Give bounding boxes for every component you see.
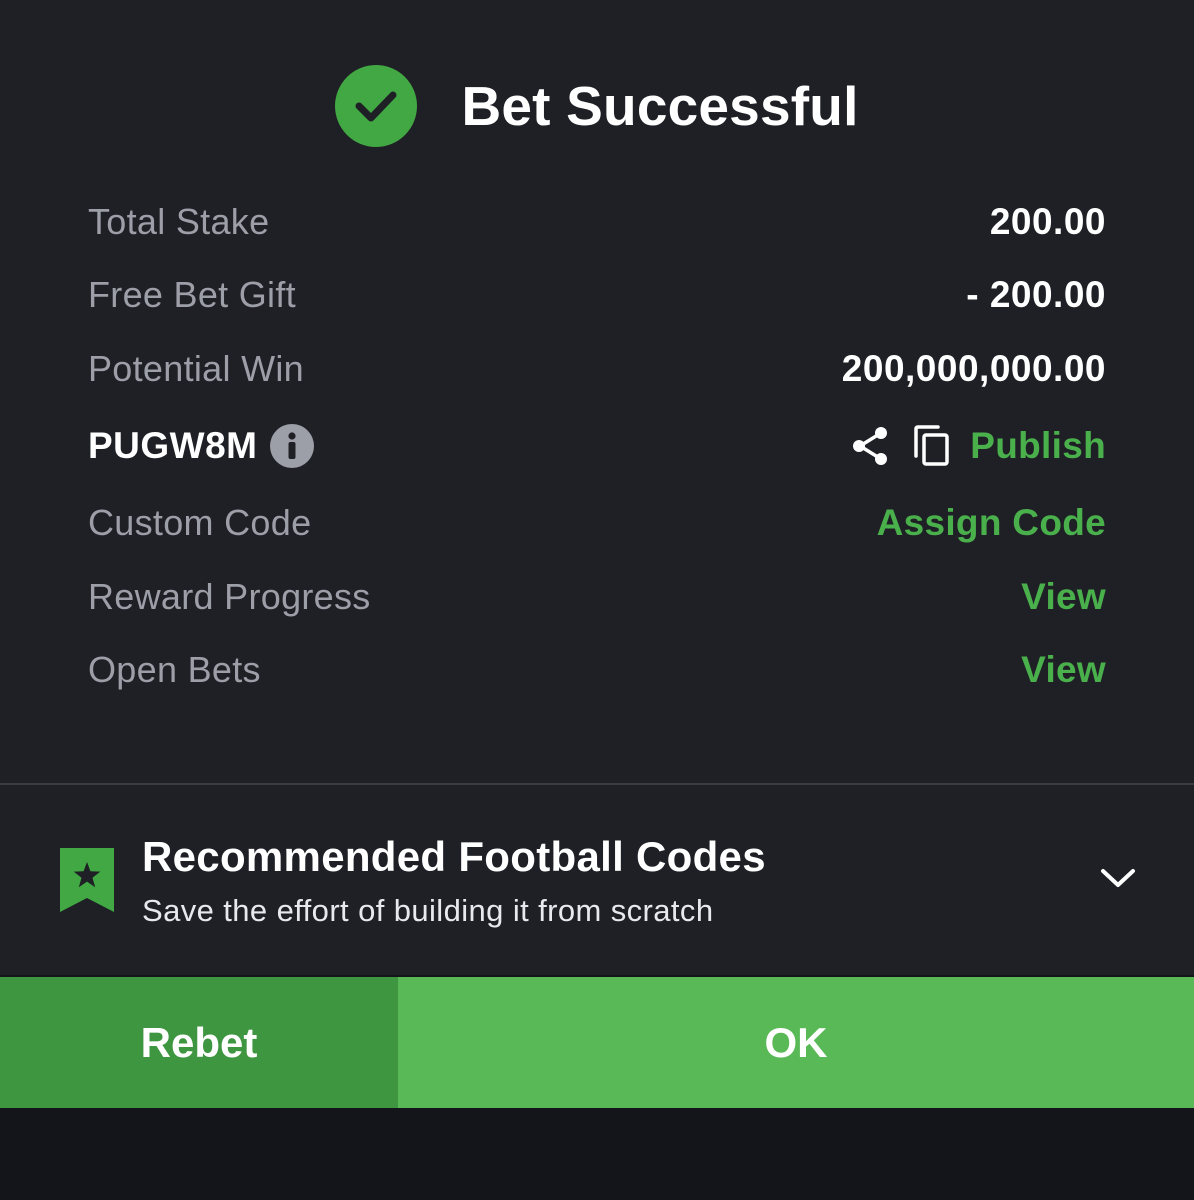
reward-progress-label: Reward Progress: [88, 576, 371, 617]
total-stake-value: 200.00: [989, 201, 1106, 242]
bookmark-star-icon: [60, 848, 114, 919]
page-title: Bet Successful: [461, 74, 859, 137]
action-buttons: Rebet OK: [0, 977, 1194, 1108]
share-icon[interactable]: [850, 425, 890, 467]
free-bet-gift-label: Free Bet Gift: [88, 274, 296, 315]
rebet-button[interactable]: Rebet: [0, 977, 398, 1108]
open-bets-view-link[interactable]: View: [1021, 649, 1106, 691]
reward-progress-row: Reward Progress View: [88, 572, 1106, 622]
potential-win-row: Potential Win 200,000,000.00: [88, 344, 1106, 394]
success-header: Bet Successful: [0, 58, 1194, 153]
total-stake-row: Total Stake 200.00: [88, 197, 1106, 247]
ok-button[interactable]: OK: [398, 977, 1194, 1108]
copy-icon[interactable]: [912, 424, 952, 468]
assign-code-link[interactable]: Assign Code: [877, 502, 1106, 544]
potential-win-value: 200,000,000.00: [841, 348, 1106, 389]
total-stake-label: Total Stake: [88, 201, 270, 242]
recommended-title: Recommended Football Codes: [142, 833, 766, 880]
bet-success-panel: Bet Successful Total Stake 200.00 Free B…: [0, 0, 1194, 975]
potential-win-label: Potential Win: [88, 348, 304, 389]
booking-code-row: PUGW8M Publish: [88, 421, 1106, 471]
info-icon[interactable]: [269, 424, 314, 468]
open-bets-row: Open Bets View: [88, 645, 1106, 695]
custom-code-label: Custom Code: [88, 502, 312, 543]
recommended-codes-section[interactable]: Recommended Football Codes Save the effo…: [0, 785, 1194, 975]
booking-code-group: PUGW8M: [88, 424, 314, 468]
booking-actions: Publish: [850, 424, 1106, 468]
publish-link[interactable]: Publish: [970, 425, 1106, 467]
check-circle-icon: [335, 64, 418, 147]
custom-code-row: Custom Code Assign Code: [88, 498, 1106, 548]
open-bets-label: Open Bets: [88, 649, 261, 690]
recommended-subtitle: Save the effort of building it from scra…: [142, 893, 714, 928]
free-bet-gift-row: Free Bet Gift - 200.00: [88, 270, 1106, 320]
free-bet-gift-value: - 200.00: [966, 274, 1106, 315]
reward-progress-view-link[interactable]: View: [1021, 576, 1106, 618]
booking-code: PUGW8M: [88, 425, 258, 466]
chevron-down-icon[interactable]: [1098, 865, 1138, 896]
